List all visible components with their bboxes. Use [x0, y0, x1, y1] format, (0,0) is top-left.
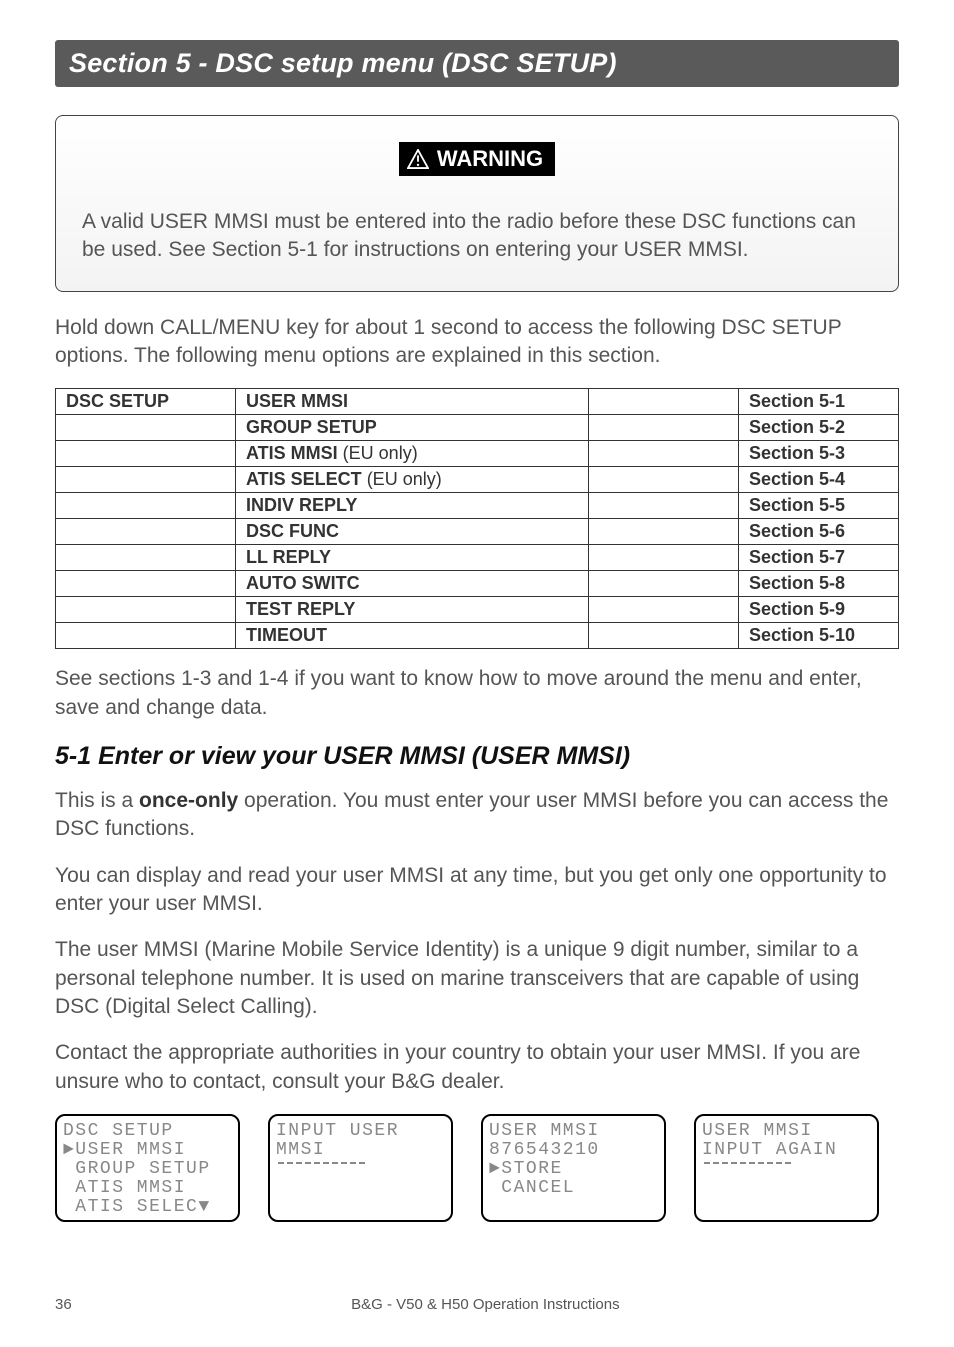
table-col1 — [56, 493, 236, 519]
paragraph-3: The user MMSI (Marine Mobile Service Ide… — [55, 936, 899, 1021]
table-row: TIMEOUT Section 5-10 — [56, 623, 899, 649]
lcd-line: MMSI — [276, 1141, 445, 1160]
table-col4: Section 5-3 — [739, 441, 899, 467]
table-col3 — [589, 389, 739, 415]
section-title: Section 5 - DSC setup menu (DSC SETUP) — [69, 48, 885, 79]
lcd-screen: USER MMSI876543210►STORE CANCEL — [481, 1114, 666, 1222]
lcd-line: DSC SETUP — [63, 1122, 232, 1141]
table-col1 — [56, 519, 236, 545]
table-col4: Section 5-1 — [739, 389, 899, 415]
table-col1 — [56, 545, 236, 571]
lcd-screen: USER MMSIINPUT AGAIN — [694, 1114, 879, 1222]
table-col1 — [56, 571, 236, 597]
page-number: 36 — [55, 1296, 72, 1313]
table-col4: Section 5-10 — [739, 623, 899, 649]
table-col3 — [589, 571, 739, 597]
table-col4: Section 5-5 — [739, 493, 899, 519]
p1-part-b: once-only — [139, 789, 238, 812]
section-banner: Section 5 - DSC setup menu (DSC SETUP) — [55, 40, 899, 87]
lcd-line: 876543210 — [489, 1141, 658, 1160]
table-col3 — [589, 545, 739, 571]
table-col2: AUTO SWITC — [236, 571, 589, 597]
lcd-cursor — [278, 1162, 368, 1164]
table-row: AUTO SWITC Section 5-8 — [56, 571, 899, 597]
table-col2: ATIS SELECT (EU only) — [236, 467, 589, 493]
paragraph-2: You can display and read your user MMSI … — [55, 862, 899, 919]
table-col2: LL REPLY — [236, 545, 589, 571]
warning-body: A valid USER MMSI must be entered into t… — [82, 208, 872, 265]
table-col3 — [589, 623, 739, 649]
table-col4: Section 5-7 — [739, 545, 899, 571]
lcd-line: CANCEL — [489, 1179, 658, 1198]
lcd-screen: INPUT USERMMSI — [268, 1114, 453, 1222]
table-row: ATIS SELECT (EU only) Section 5-4 — [56, 467, 899, 493]
lcd-screens-row: DSC SETUP►USER MMSI GROUP SETUP ATIS MMS… — [55, 1114, 899, 1222]
table-col4: Section 5-8 — [739, 571, 899, 597]
table-col3 — [589, 415, 739, 441]
table-col3 — [589, 519, 739, 545]
table-row: GROUP SETUP Section 5-2 — [56, 415, 899, 441]
warning-triangle-icon — [407, 149, 429, 169]
table-col1 — [56, 597, 236, 623]
table-row: ATIS MMSI (EU only) Section 5-3 — [56, 441, 899, 467]
lcd-line: ATIS SELEC▼ — [63, 1198, 232, 1217]
table-col2: TIMEOUT — [236, 623, 589, 649]
warning-label: WARNING — [399, 142, 555, 176]
table-col4: Section 5-6 — [739, 519, 899, 545]
table-col2: GROUP SETUP — [236, 415, 589, 441]
table-col3 — [589, 493, 739, 519]
warning-label-text: WARNING — [437, 146, 543, 172]
table-col4: Section 5-9 — [739, 597, 899, 623]
table-col4: Section 5-4 — [739, 467, 899, 493]
paragraph-1: This is a once-only operation. You must … — [55, 787, 899, 844]
table-col1: DSC SETUP — [56, 389, 236, 415]
table-col2: DSC FUNC — [236, 519, 589, 545]
table-col1 — [56, 467, 236, 493]
intro-paragraph: Hold down CALL/MENU key for about 1 seco… — [55, 314, 899, 371]
table-col1 — [56, 623, 236, 649]
footer-text: B&G - V50 & H50 Operation Instructions — [72, 1296, 899, 1313]
lcd-line: INPUT AGAIN — [702, 1141, 871, 1160]
table-col2: ATIS MMSI (EU only) — [236, 441, 589, 467]
lcd-cursor — [704, 1162, 794, 1164]
table-col3 — [589, 467, 739, 493]
table-col3 — [589, 597, 739, 623]
lcd-line: USER MMSI — [702, 1122, 871, 1141]
table-col1 — [56, 415, 236, 441]
lcd-line: ►USER MMSI — [63, 1141, 232, 1160]
paragraph-4: Contact the appropriate authorities in y… — [55, 1039, 899, 1096]
table-col4: Section 5-2 — [739, 415, 899, 441]
table-col2: USER MMSI — [236, 389, 589, 415]
table-row: LL REPLY Section 5-7 — [56, 545, 899, 571]
table-col2: INDIV REPLY — [236, 493, 589, 519]
page-footer: 36 B&G - V50 & H50 Operation Instruction… — [55, 1296, 899, 1313]
table-row: INDIV REPLY Section 5-5 — [56, 493, 899, 519]
p1-part-a: This is a — [55, 789, 139, 812]
table-col2: TEST REPLY — [236, 597, 589, 623]
table-col1 — [56, 441, 236, 467]
table-row: TEST REPLY Section 5-9 — [56, 597, 899, 623]
table-col3 — [589, 441, 739, 467]
lcd-line: INPUT USER — [276, 1122, 445, 1141]
table-row: DSC SETUPUSER MMSI Section 5-1 — [56, 389, 899, 415]
lcd-line: GROUP SETUP — [63, 1160, 232, 1179]
lcd-screen: DSC SETUP►USER MMSI GROUP SETUP ATIS MMS… — [55, 1114, 240, 1222]
lcd-line: ATIS MMSI — [63, 1179, 232, 1198]
post-table-paragraph: See sections 1-3 and 1-4 if you want to … — [55, 665, 899, 722]
warning-box: WARNING A valid USER MMSI must be entere… — [55, 115, 899, 292]
dsc-setup-table: DSC SETUPUSER MMSISection 5-1GROUP SETUP… — [55, 388, 899, 649]
table-row: DSC FUNC Section 5-6 — [56, 519, 899, 545]
lcd-line: USER MMSI — [489, 1122, 658, 1141]
subsection-heading: 5-1 Enter or view your USER MMSI (USER M… — [55, 742, 899, 771]
lcd-line: ►STORE — [489, 1160, 658, 1179]
